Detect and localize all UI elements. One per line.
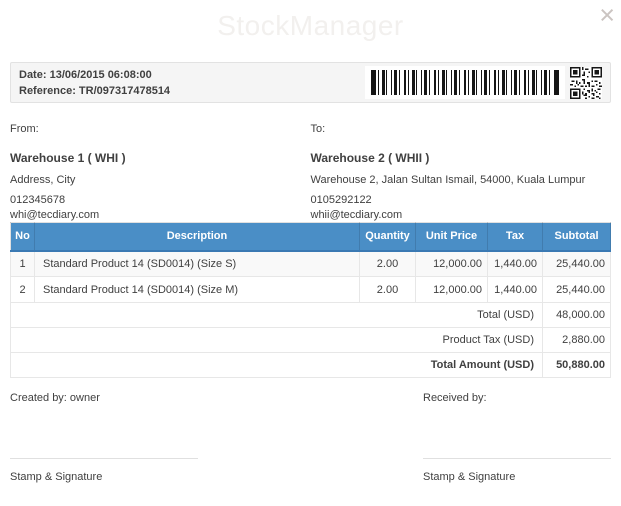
total-row: Total (USD) 48,000.00 <box>11 303 611 328</box>
meta-bar: Date: 13/06/2015 06:08:00 Reference: TR/… <box>10 62 611 103</box>
from-warehouse-name: Warehouse 1 ( WHI ) <box>10 152 297 165</box>
date-line: Date: 13/06/2015 06:08:00 <box>19 67 170 83</box>
table-header-row: No Description Quantity Unit Price Tax S… <box>11 223 611 251</box>
to-email: whii@tecdiary.com <box>311 209 598 222</box>
to-label: To: <box>311 123 598 136</box>
qr-code-icon <box>570 67 602 99</box>
reference-label: Reference: <box>19 85 76 97</box>
cell-unit-price: 12,000.00 <box>416 277 488 303</box>
product-tax-value: 2,880.00 <box>543 328 611 353</box>
from-block: From: Warehouse 1 ( WHI ) Address, City … <box>10 118 311 222</box>
product-tax-row: Product Tax (USD) 2,880.00 <box>11 328 611 353</box>
received-by-text: Received by: <box>423 390 611 405</box>
to-address: Warehouse 2, Jalan Sultan Ismail, 54000,… <box>311 174 598 187</box>
received-by-block: Received by: Stamp & Signature <box>423 390 611 484</box>
col-header-unit-price: Unit Price <box>416 223 488 251</box>
cell-subtotal: 25,440.00 <box>543 251 611 277</box>
col-header-tax: Tax <box>488 223 543 251</box>
items-table: No Description Quantity Unit Price Tax S… <box>10 222 611 378</box>
total-amount-value: 50,880.00 <box>543 353 611 378</box>
parties-section: From: Warehouse 1 ( WHI ) Address, City … <box>10 118 611 222</box>
cell-quantity: 2.00 <box>360 251 416 277</box>
total-amount-row: Total Amount (USD) 50,880.00 <box>11 353 611 378</box>
transfer-details-modal: StockManager × Date: 13/06/2015 06:08:00… <box>0 0 621 506</box>
reference-line: Reference: TR/097317478514 <box>19 83 170 99</box>
created-by-block: Created by: owner Stamp & Signature <box>10 390 198 484</box>
date-label: Date: <box>19 69 47 81</box>
col-header-quantity: Quantity <box>360 223 416 251</box>
codes <box>365 67 602 98</box>
created-by-text: Created by: owner <box>10 390 198 405</box>
cell-no: 1 <box>11 251 35 277</box>
cell-tax: 1,440.00 <box>488 277 543 303</box>
cell-no: 2 <box>11 277 35 303</box>
col-header-subtotal: Subtotal <box>543 223 611 251</box>
reference-value: TR/097317478514 <box>79 85 170 97</box>
meta-text: Date: 13/06/2015 06:08:00 Reference: TR/… <box>19 67 170 99</box>
col-header-description: Description <box>35 223 360 251</box>
signature-line <box>423 458 611 459</box>
cell-subtotal: 25,440.00 <box>543 277 611 303</box>
from-address: Address, City <box>10 174 297 187</box>
product-tax-label: Product Tax (USD) <box>11 328 543 353</box>
barcode <box>365 66 565 99</box>
cell-unit-price: 12,000.00 <box>416 251 488 277</box>
from-label: From: <box>10 123 297 136</box>
to-block: To: Warehouse 2 ( WHII ) Warehouse 2, Ja… <box>311 118 612 222</box>
total-amount-label: Total Amount (USD) <box>11 353 543 378</box>
barcode-bars <box>371 70 559 95</box>
cell-quantity: 2.00 <box>360 277 416 303</box>
close-icon[interactable]: × <box>599 0 615 30</box>
from-email: whi@tecdiary.com <box>10 209 297 222</box>
cell-description: Standard Product 14 (SD0014) (Size M) <box>35 277 360 303</box>
signature-line <box>10 458 198 459</box>
items-table-wrapper: No Description Quantity Unit Price Tax S… <box>10 222 611 378</box>
to-phone: 0105292122 <box>311 194 598 207</box>
cell-description: Standard Product 14 (SD0014) (Size S) <box>35 251 360 277</box>
stamp-signature-label: Stamp & Signature <box>423 471 611 484</box>
signatures-section: Created by: owner Stamp & Signature Rece… <box>10 390 611 484</box>
date-value: 13/06/2015 06:08:00 <box>50 69 152 81</box>
table-row: 1 Standard Product 14 (SD0014) (Size S) … <box>11 251 611 277</box>
table-row: 2 Standard Product 14 (SD0014) (Size M) … <box>11 277 611 303</box>
total-label: Total (USD) <box>11 303 543 328</box>
cell-tax: 1,440.00 <box>488 251 543 277</box>
total-value: 48,000.00 <box>543 303 611 328</box>
stamp-signature-label: Stamp & Signature <box>10 471 198 484</box>
from-phone: 012345678 <box>10 194 297 207</box>
col-header-no: No <box>11 223 35 251</box>
to-warehouse-name: Warehouse 2 ( WHII ) <box>311 152 598 165</box>
app-title: StockManager <box>0 10 621 42</box>
